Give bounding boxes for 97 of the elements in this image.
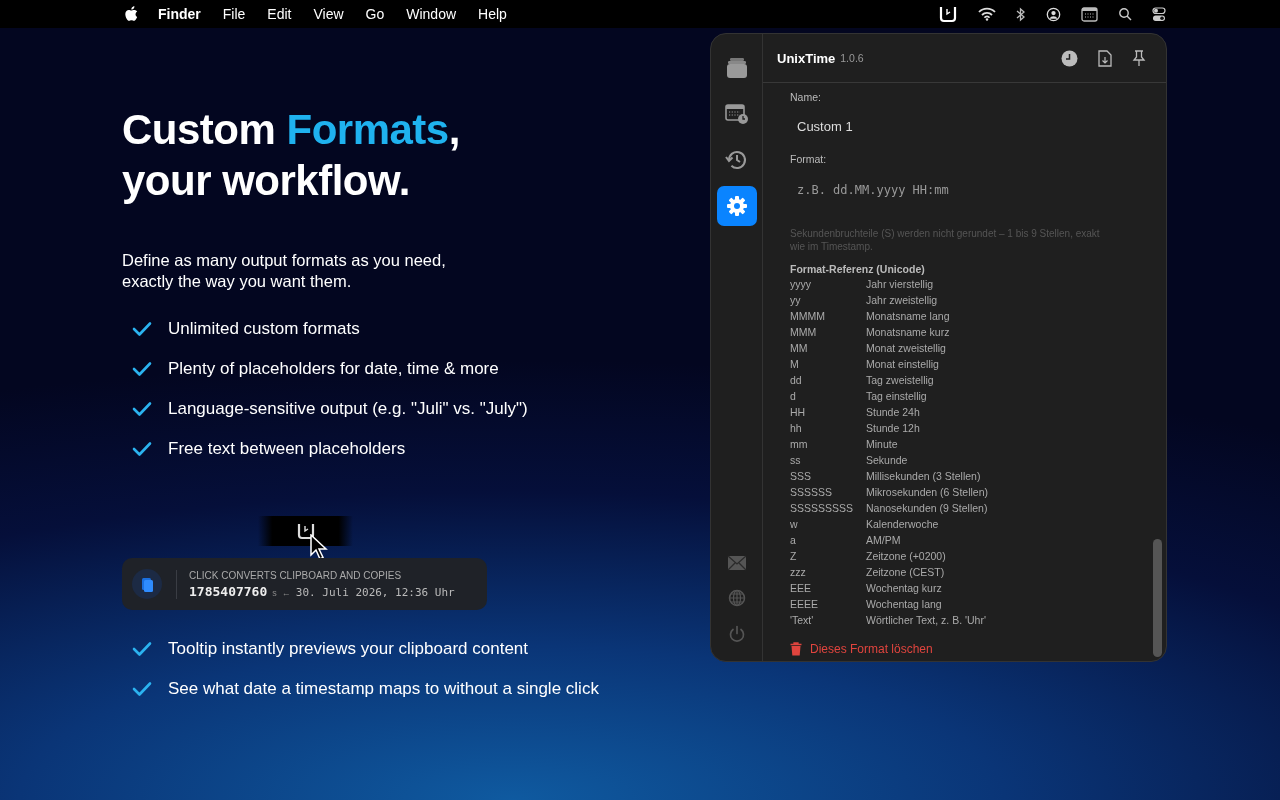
tooltip-caption: CLICK CONVERTS CLIPBOARD AND COPIES: [189, 569, 403, 581]
format-meaning: Mikrosekunden (6 Stellen): [866, 485, 988, 500]
format-code: EEEE: [790, 597, 819, 612]
intro-text: Define as many output formats as you need, exactly the way you want them.: [122, 250, 447, 292]
reference-heading: Format-Referenz (Unicode): [790, 263, 925, 275]
format-meaning: Jahr vierstellig: [866, 277, 934, 292]
menu-item[interactable]: Window: [406, 6, 457, 22]
toggle-switches-icon[interactable]: [1152, 6, 1166, 22]
format-meaning: Monat einstellig: [866, 357, 939, 372]
date-value: 30. Juli 2026, 12:36 Uhr: [295, 585, 455, 599]
format-code: mm: [790, 437, 809, 452]
stack-icon: [725, 57, 748, 79]
pin-icon[interactable]: [1132, 49, 1146, 67]
unit-label: s: [272, 587, 277, 598]
headline: Custom Formats, your workflow.: [122, 105, 461, 206]
format-code: MM: [790, 341, 809, 356]
format-meaning: AM/PM: [866, 533, 901, 548]
calendar-icon[interactable]: [1081, 6, 1098, 22]
clipboard-icon: [132, 569, 162, 599]
format-code: SSSSSSSSS: [790, 501, 855, 516]
format-code: MMMM: [790, 309, 826, 324]
bluetooth-icon[interactable]: [1016, 6, 1026, 22]
search-icon[interactable]: [1118, 7, 1132, 21]
format-code: yyyy: [790, 277, 812, 292]
format-meaning: Monatsname lang: [866, 309, 950, 324]
feature-text: Plenty of placeholders for date, time & more: [168, 358, 499, 380]
feature-text: Free text between placeholders: [168, 438, 406, 460]
format-meaning: Millisekunden (3 Stellen): [866, 469, 981, 484]
menu-item[interactable]: Go: [365, 6, 385, 22]
feature-text: See what date a timestamp maps to without a single click: [168, 678, 599, 700]
format-code: HH: [790, 405, 807, 420]
field-label: Name:: [790, 91, 821, 103]
mouse-pointer-icon: [310, 534, 328, 560]
clock-cup-icon[interactable]: [938, 5, 958, 23]
checkmark-icon: [132, 681, 152, 697]
format-meaning: Jahr zweistellig: [866, 293, 938, 308]
calendar-clock-icon: [724, 103, 749, 125]
format-meaning: Monat zweistellig: [866, 341, 946, 356]
checkmark-icon: [132, 321, 152, 337]
menu-item[interactable]: Edit: [267, 6, 292, 22]
checkmark-icon: [132, 361, 152, 377]
checkmark-icon: [132, 401, 152, 417]
format-meaning: Wochentag kurz: [866, 581, 942, 596]
format-meaning: Stunde 24h: [866, 405, 920, 420]
history-icon: [724, 149, 749, 171]
format-meaning: Sekunde: [866, 453, 908, 468]
format-code: MMM: [790, 325, 818, 340]
field-label: Format:: [790, 153, 827, 165]
format-code: SSS: [790, 469, 812, 484]
format-meaning: Tag einstellig: [866, 389, 927, 404]
format-meaning: Wochentag lang: [866, 597, 942, 612]
format-meaning: Kalenderwoche: [866, 517, 939, 532]
feature-text: Tooltip instantly previews your clipboard content: [168, 638, 529, 660]
format-code: d: [790, 389, 797, 404]
format-meaning: Minute: [866, 437, 898, 452]
app-title: UnixTime: [777, 50, 836, 66]
format-code: EEE: [790, 581, 812, 596]
settings-icon: [725, 195, 748, 217]
format-meaning: Tag zweistellig: [866, 373, 934, 388]
sidebar-tab[interactable]: [716, 186, 757, 226]
format-code: zzz: [790, 565, 807, 580]
menu-item[interactable]: Help: [478, 6, 507, 22]
timestamp-value: 1785407760: [189, 583, 268, 599]
clock-cup-icon: [295, 522, 316, 540]
menu-app-name[interactable]: Finder: [158, 6, 201, 22]
format-meaning: Zeitzone (+0200): [866, 549, 946, 564]
format-meaning: Monatsname kurz: [866, 325, 950, 340]
format-code: SSSSSS: [790, 485, 834, 500]
feature-text: Language-sensitive output (e.g. "Juli" vs. "July"): [168, 398, 528, 420]
arrow-glyph: ←: [281, 587, 291, 598]
format-meaning: Stunde 12h: [866, 421, 920, 436]
checkmark-icon: [132, 441, 152, 457]
format-code: M: [790, 357, 800, 372]
format-code: w: [790, 517, 799, 532]
feature-text: Unlimited custom formats: [168, 318, 360, 340]
format-meaning: Nanosekunden (9 Stellen): [866, 501, 988, 516]
trash-icon: [790, 642, 802, 656]
format-code: yy: [790, 293, 802, 308]
format-code: ss: [790, 453, 802, 468]
scrollbar-thumb[interactable]: [1153, 539, 1162, 657]
format-code: a: [790, 533, 797, 548]
format-meaning: Zeitzone (CEST): [866, 565, 945, 580]
user-circle-icon[interactable]: [1046, 6, 1061, 22]
wifi-icon[interactable]: [978, 7, 996, 21]
menu-item[interactable]: File: [222, 6, 246, 22]
menu-item[interactable]: View: [313, 6, 344, 22]
format-code: 'Text': [790, 613, 815, 628]
delete-format-button[interactable]: Dieses Format löschen: [790, 642, 933, 656]
checkmark-icon: [132, 641, 152, 657]
version-label: 1.0.6: [840, 52, 864, 64]
apple-logo-icon[interactable]: [124, 6, 138, 22]
format-code: dd: [790, 373, 803, 388]
format-code: Z: [790, 549, 798, 564]
format-meaning: Wörtlicher Text, z. B. 'Uhr': [866, 613, 986, 628]
format-code: hh: [790, 421, 803, 436]
document-download-icon[interactable]: [1098, 49, 1112, 67]
clock-icon[interactable]: [1061, 49, 1078, 67]
